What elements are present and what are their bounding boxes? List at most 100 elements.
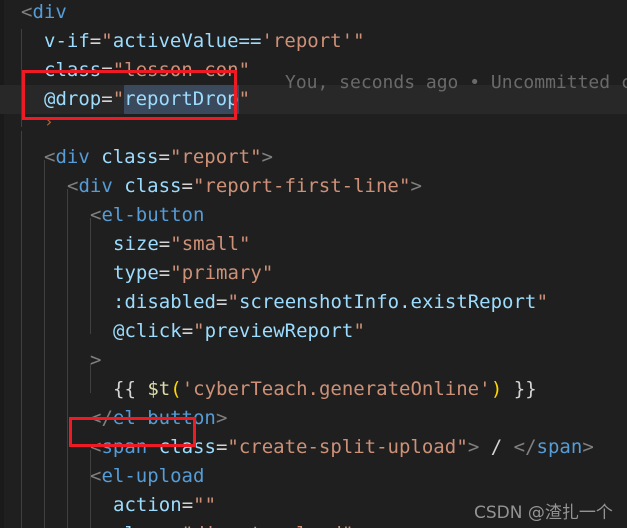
code-line[interactable]: @click = " previewReport " (0, 317, 627, 346)
code-token: " (170, 262, 182, 284)
code-token: primary (181, 262, 262, 284)
code-token: class (44, 59, 102, 81)
csdn-watermark: CSDN @渣扎一个 (474, 503, 613, 523)
indent-guide-1 (21, 29, 22, 127)
code-token: size (113, 233, 159, 255)
code-token: = (181, 494, 194, 516)
indent-guide-5 (90, 363, 91, 393)
code-token: span (101, 436, 148, 458)
code-token: " (353, 30, 365, 52)
code-line[interactable]: size = " small " (0, 230, 627, 259)
code-line[interactable]: < div class = " report " > (0, 143, 627, 172)
code-token: 'cyberTeach.generateOnline' (181, 378, 491, 400)
code-token: = (170, 520, 181, 528)
code-token: " (192, 175, 205, 197)
code-token: </ (90, 407, 113, 429)
code-token: @drop (44, 88, 102, 110)
code-token: report (181, 146, 251, 168)
git-blame-annotation: You, seconds ago • Uncommitted chan (285, 72, 627, 93)
code-token: > (90, 349, 102, 371)
code-token: " (227, 291, 239, 313)
code-token: / (490, 436, 503, 458)
code-editor-screenshot: < div v-if = " activeValue=='report' " class = " l… (0, 0, 627, 528)
code-token: "" (193, 494, 217, 516)
code-token: = (216, 291, 228, 313)
indent-guide-4 (90, 218, 91, 334)
code-token: " (342, 520, 353, 528)
code-token: @click (113, 320, 182, 342)
code-line[interactable]: < el-upload (0, 462, 627, 491)
code-token: create-split-upload (238, 436, 457, 458)
code-token: ( (170, 378, 182, 400)
code-line[interactable]: {{ $t('cyberTeach.generateOnline') }} (0, 375, 627, 404)
code-token: " (182, 520, 193, 528)
code-token: > (467, 436, 480, 458)
code-token: = (181, 320, 194, 342)
code-token: < (90, 204, 102, 226)
code-token: 'report' (261, 30, 354, 52)
code-token: " (261, 262, 274, 284)
code-token: " (112, 88, 125, 110)
code-token: " (238, 59, 251, 81)
code-line[interactable]: :disabled = " screenshotInfo.existReport " (0, 288, 627, 317)
code-line[interactable]: v-if = " activeValue=='report' " (0, 27, 627, 56)
code-token: </ (513, 436, 537, 458)
code-line[interactable]: < el-button (0, 201, 627, 230)
code-token: v-if (44, 30, 90, 52)
code-token: " (238, 233, 251, 255)
code-token: = (181, 175, 193, 197)
code-token: previewReport (204, 320, 354, 342)
code-token: " (353, 320, 365, 342)
code-token: " (250, 146, 262, 168)
code-line[interactable] (0, 114, 627, 143)
code-token: activeValue== (112, 30, 262, 52)
code-token: = (215, 436, 228, 458)
code-token: < (90, 465, 102, 487)
code-token: :disabled (113, 291, 216, 313)
code-token: < (67, 175, 79, 197)
code-token: " (456, 436, 468, 458)
code-token: " (101, 30, 113, 52)
code-token: action (113, 494, 182, 516)
indent-guide-6 (90, 450, 91, 528)
code-line[interactable]: </el-button > (0, 404, 627, 433)
code-token: > (215, 407, 228, 429)
code-line[interactable]: > (0, 346, 627, 375)
code-token: = (101, 88, 113, 110)
code-token: < (90, 436, 102, 458)
code-token: " (112, 59, 125, 81)
code-token: screenshotInfo.existReport (238, 291, 537, 313)
code-token: el-button (112, 407, 216, 429)
code-token: class (124, 175, 182, 197)
indent-guide-3 (67, 189, 68, 528)
code-token: div (55, 146, 90, 168)
code-token: span (536, 436, 583, 458)
code-token: = (158, 262, 171, 284)
code-token: el-button (101, 204, 205, 226)
code-token: $t (147, 378, 171, 400)
code-line[interactable]: < div (0, 0, 627, 27)
code-token: > (261, 146, 273, 168)
code-token: " (170, 233, 182, 255)
code-token: ) (490, 378, 503, 400)
code-token: = (89, 30, 102, 52)
code-token: " (399, 175, 411, 197)
code-token: }} (513, 378, 537, 400)
code-token: small (181, 233, 239, 255)
code-token: < (21, 1, 33, 23)
code-token: class (101, 146, 159, 168)
code-token: class (158, 436, 216, 458)
code-line[interactable]: < span class = " create-split-upload " > / </s… (0, 433, 627, 462)
code-token: = (158, 233, 171, 255)
code-line[interactable]: type = " primary " (0, 259, 627, 288)
code-line[interactable]: < div class = " report-first-line " > (0, 172, 627, 201)
code-token: reportDrop (124, 85, 239, 114)
code-token: lesson-con (124, 59, 239, 81)
code-token: class (113, 520, 170, 528)
